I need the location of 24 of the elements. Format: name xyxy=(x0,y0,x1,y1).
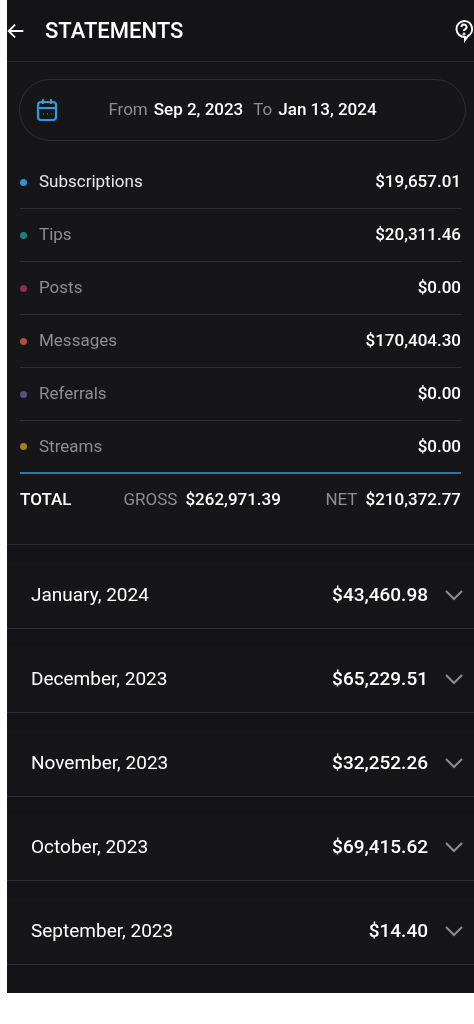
category-label: Subscriptions xyxy=(39,170,143,194)
category-amount: $0.00 xyxy=(417,382,461,406)
category-label: Streams xyxy=(39,434,103,458)
category-label: Tips xyxy=(39,223,72,247)
gross-amount: $262,971.39 xyxy=(185,488,281,512)
from-label: From xyxy=(108,98,148,122)
category-amount: $0.00 xyxy=(417,434,461,458)
category-label: Referrals xyxy=(39,382,107,406)
from-date: Sep 2, 2023 xyxy=(153,98,244,122)
to-date: Jan 13, 2024 xyxy=(278,98,377,122)
gross-label: GROSS xyxy=(123,488,178,512)
category-label: Posts xyxy=(39,276,83,300)
page-title: STATEMENTS xyxy=(45,17,184,45)
total-label: TOTAL xyxy=(20,488,72,512)
help-icon[interactable] xyxy=(454,18,474,43)
net-amount: $210,372.77 xyxy=(365,488,461,512)
calendar-icon xyxy=(36,98,58,122)
category-amount: $19,657.01 xyxy=(375,170,461,194)
net-label: NET xyxy=(325,488,358,512)
category-amount: $170,404.30 xyxy=(365,329,461,353)
category-amount: $20,311.46 xyxy=(375,223,461,247)
to-label: To xyxy=(253,98,273,122)
category-label: Messages xyxy=(39,329,117,353)
category-amount: $0.00 xyxy=(417,276,461,300)
